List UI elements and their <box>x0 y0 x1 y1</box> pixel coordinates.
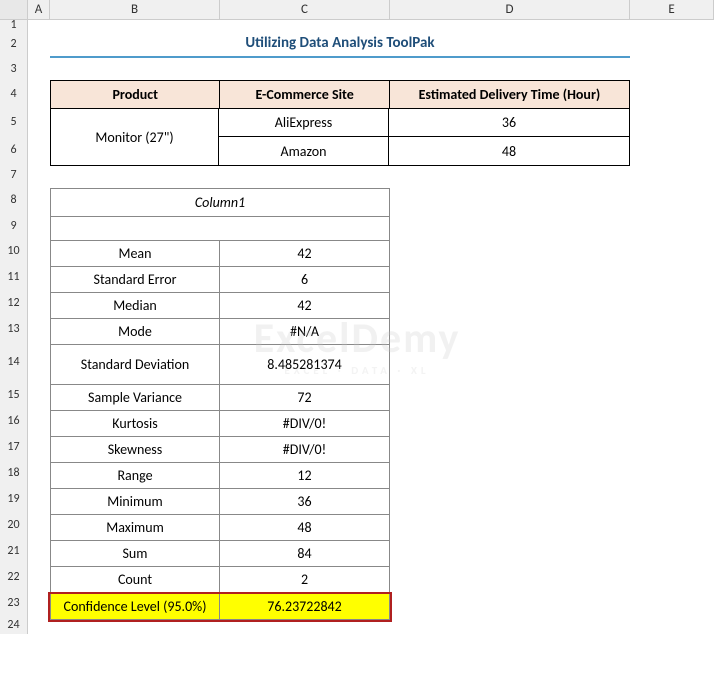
stats-table: Column1 Mean42 Standard Error6 Median42 … <box>50 188 390 620</box>
stat-label[interactable]: Skewness <box>51 437 220 462</box>
stat-value[interactable]: 42 <box>220 241 389 266</box>
stat-label-confidence[interactable]: Confidence Level (95.0%) <box>51 593 220 619</box>
row-header-1[interactable]: 1 <box>0 20 27 30</box>
row-header-6[interactable]: 6 <box>0 136 27 164</box>
table1-time-1[interactable]: 36 <box>389 109 629 136</box>
stat-value[interactable]: 36 <box>220 489 389 514</box>
table1-header-site[interactable]: E-Commerce Site <box>220 81 389 108</box>
row-header-8[interactable]: 8 <box>0 186 27 214</box>
row-header-3[interactable]: 3 <box>0 58 27 80</box>
stat-value[interactable]: 8.485281374 <box>220 345 389 384</box>
row-header-21[interactable]: 21 <box>0 538 27 564</box>
row-header-4[interactable]: 4 <box>0 80 27 108</box>
row-header-12[interactable]: 12 <box>0 290 27 316</box>
table1-header-time[interactable]: Estimated Delivery Time (Hour) <box>390 81 629 108</box>
stats-title[interactable]: Column1 <box>51 189 389 217</box>
stat-label[interactable]: Mean <box>51 241 220 266</box>
stats-empty-row[interactable] <box>51 217 389 241</box>
col-header-E[interactable]: E <box>630 0 714 19</box>
column-headers: A B C D E <box>0 0 714 20</box>
stat-label[interactable]: Count <box>51 567 220 592</box>
stat-value[interactable]: 12 <box>220 463 389 488</box>
table1-site-2[interactable]: Amazon <box>219 137 389 165</box>
row-header-16[interactable]: 16 <box>0 408 27 434</box>
stat-label[interactable]: Standard Error <box>51 267 220 292</box>
stat-value[interactable]: #DIV/0! <box>220 437 389 462</box>
stat-value[interactable]: #DIV/0! <box>220 411 389 436</box>
table1-time-2[interactable]: 48 <box>389 137 629 165</box>
row-header-2[interactable]: 2 <box>0 30 27 58</box>
table1-site-1[interactable]: AliExpress <box>219 109 389 136</box>
col-header-B[interactable]: B <box>50 0 220 19</box>
stat-value[interactable]: #N/A <box>220 319 389 344</box>
stat-value[interactable]: 84 <box>220 541 389 566</box>
stat-value[interactable]: 6 <box>220 267 389 292</box>
stat-label[interactable]: Median <box>51 293 220 318</box>
stat-label[interactable]: Sample Variance <box>51 385 220 410</box>
table1-product-cell[interactable]: Monitor (27") <box>51 109 219 165</box>
stat-label[interactable]: Kurtosis <box>51 411 220 436</box>
stat-value[interactable]: 48 <box>220 515 389 540</box>
input-table: Product E-Commerce Site Estimated Delive… <box>50 80 630 166</box>
stat-value-confidence[interactable]: 76.23722842 <box>220 593 389 619</box>
row-header-19[interactable]: 19 <box>0 486 27 512</box>
table1-header-product[interactable]: Product <box>51 81 220 108</box>
stat-label[interactable]: Standard Deviation <box>51 345 220 384</box>
row-header-7[interactable]: 7 <box>0 164 27 186</box>
row-header-22[interactable]: 22 <box>0 564 27 590</box>
row-header-9[interactable]: 9 <box>0 214 27 238</box>
stat-label[interactable]: Mode <box>51 319 220 344</box>
row-header-23[interactable]: 23 <box>0 590 27 616</box>
stat-value[interactable]: 42 <box>220 293 389 318</box>
stat-label[interactable]: Minimum <box>51 489 220 514</box>
row-header-17[interactable]: 17 <box>0 434 27 460</box>
stat-label[interactable]: Maximum <box>51 515 220 540</box>
row-header-15[interactable]: 15 <box>0 382 27 408</box>
page-title: Utilizing Data Analysis ToolPak <box>50 30 630 58</box>
row-header-10[interactable]: 10 <box>0 238 27 264</box>
stat-label[interactable]: Range <box>51 463 220 488</box>
row-header-11[interactable]: 11 <box>0 264 27 290</box>
row-header-18[interactable]: 18 <box>0 460 27 486</box>
row-header-14[interactable]: 14 <box>0 342 27 382</box>
row-header-20[interactable]: 20 <box>0 512 27 538</box>
row-header-5[interactable]: 5 <box>0 108 27 136</box>
stat-value[interactable]: 2 <box>220 567 389 592</box>
select-all-corner[interactable] <box>0 0 28 19</box>
col-header-C[interactable]: C <box>220 0 390 19</box>
row-header-13[interactable]: 13 <box>0 316 27 342</box>
stat-label[interactable]: Sum <box>51 541 220 566</box>
stat-value[interactable]: 72 <box>220 385 389 410</box>
col-header-D[interactable]: D <box>390 0 630 19</box>
row-headers: 1 2 3 4 5 6 7 8 9 10 11 12 13 14 15 16 1… <box>0 20 28 634</box>
col-header-A[interactable]: A <box>28 0 50 19</box>
row-header-24[interactable]: 24 <box>0 616 27 634</box>
